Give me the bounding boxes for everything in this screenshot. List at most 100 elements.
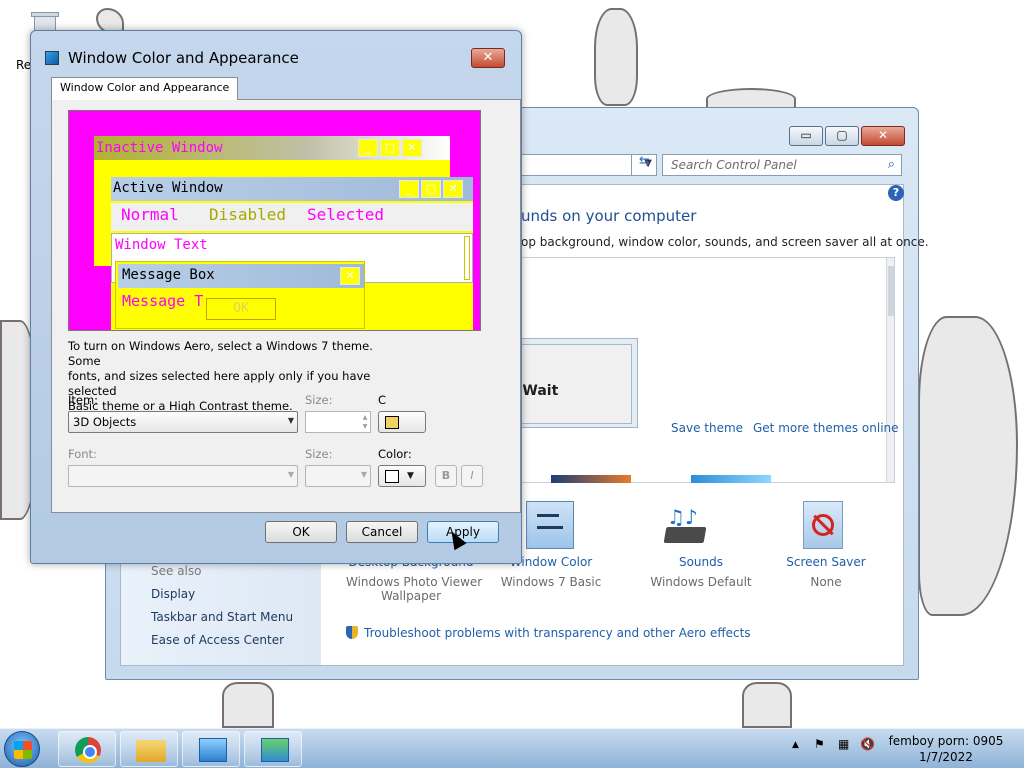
font-select[interactable]: ▼ bbox=[68, 465, 298, 487]
sidebar-item-display[interactable]: Display bbox=[151, 587, 195, 601]
minimize-button[interactable]: ▭ bbox=[789, 126, 823, 146]
appearance-preview[interactable]: Inactive Window _ □ ✕ Active Window _ □ … bbox=[68, 110, 481, 331]
sounds-icon[interactable]: ♫♪ bbox=[661, 503, 713, 549]
sounds-label: Sounds bbox=[678, 555, 724, 569]
font-size-select[interactable]: ▼ bbox=[305, 465, 371, 487]
chrome-icon bbox=[75, 737, 101, 763]
recycle-bin-label: Re bbox=[16, 58, 32, 72]
preview-menu-bar: Normal Disabled Selected bbox=[111, 203, 473, 231]
theme-thumbnail[interactable] bbox=[691, 475, 771, 483]
preview-active-title: Active Window bbox=[113, 180, 223, 196]
preview-close-icon: ✕ bbox=[340, 267, 360, 285]
font-color-button[interactable]: ▼ bbox=[378, 465, 426, 487]
preview-message-box[interactable]: Message Box ✕ Message T OK bbox=[115, 261, 365, 329]
window-color-appearance-dialog: Window Color and Appearance ✕ Window Col… bbox=[30, 30, 522, 564]
wallpaper-shape-bottom-right bbox=[742, 682, 792, 728]
preview-maximize-icon: □ bbox=[380, 139, 400, 157]
search-placeholder: Search Control Panel bbox=[671, 158, 797, 172]
window-color-sub: Windows 7 Basic bbox=[500, 575, 602, 589]
item-select-value: 3D Objects bbox=[73, 415, 137, 429]
dialog-close-button[interactable]: ✕ bbox=[471, 48, 505, 68]
preview-ok-button: OK bbox=[206, 298, 276, 320]
preview-message-title: Message Box bbox=[122, 267, 215, 283]
see-also-heading: See also bbox=[151, 564, 202, 578]
preview-close-icon: ✕ bbox=[402, 139, 422, 157]
item-label: Item: bbox=[68, 393, 99, 407]
cancel-button[interactable]: Cancel bbox=[346, 521, 418, 543]
minimize-icon: ▭ bbox=[800, 128, 812, 142]
preview-active-caption-buttons: _ □ ✕ bbox=[399, 180, 463, 198]
explain-line-1: To turn on Windows Aero, select a Window… bbox=[68, 339, 373, 368]
size-label: Size: bbox=[305, 393, 333, 407]
preview-window-text: Window Text bbox=[115, 237, 208, 253]
window-color-icon[interactable] bbox=[526, 501, 574, 549]
help-icon[interactable]: ? bbox=[888, 185, 904, 201]
close-button[interactable]: ✕ bbox=[861, 126, 905, 146]
personalization-icon bbox=[261, 738, 289, 762]
preview-minimize-icon: _ bbox=[399, 180, 419, 198]
desktop-background-sub-2: Wallpaper bbox=[380, 589, 442, 603]
start-button[interactable] bbox=[4, 731, 40, 767]
search-input[interactable]: Search Control Panel ⌕ bbox=[662, 154, 902, 176]
chevron-down-icon: ▼ bbox=[407, 471, 414, 481]
search-icon[interactable]: ⌕ bbox=[888, 157, 895, 172]
aero-explanation: To turn on Windows Aero, select a Window… bbox=[68, 339, 398, 414]
dialog-title: Window Color and Appearance bbox=[68, 49, 299, 67]
chevron-down-icon: ▼ bbox=[360, 470, 367, 479]
page-description: op background, window color, sounds, and… bbox=[521, 235, 929, 249]
italic-button[interactable]: I bbox=[461, 465, 483, 487]
sidebar-item-ease-of-access[interactable]: Ease of Access Center bbox=[151, 633, 284, 647]
sidebar-item-taskbar[interactable]: Taskbar and Start Menu bbox=[151, 610, 293, 624]
maximize-button[interactable]: ▢ bbox=[825, 126, 859, 146]
taskbar-explorer[interactable] bbox=[120, 731, 178, 767]
volume-muted-icon[interactable]: 🔇 bbox=[860, 737, 875, 751]
close-icon: ✕ bbox=[482, 50, 494, 65]
preview-scrollbar bbox=[464, 236, 470, 280]
preview-menu-disabled: Disabled bbox=[209, 205, 287, 224]
item-select[interactable]: 3D Objects ▼ bbox=[68, 411, 298, 433]
theme-thumbnail[interactable] bbox=[551, 475, 631, 483]
system-clock[interactable]: femboy porn: 0905 1/7/2022 bbox=[880, 733, 1012, 765]
taskbar: ▲ ⚑ ▦ 🔇 femboy porn: 0905 1/7/2022 bbox=[0, 728, 1024, 768]
taskbar-chrome[interactable] bbox=[58, 731, 116, 767]
size-spinner[interactable]: ▲ ▼ bbox=[305, 411, 371, 433]
bold-button[interactable]: B bbox=[435, 465, 457, 487]
chevron-down-icon: ▼ bbox=[287, 470, 294, 479]
preview-menu-normal: Normal bbox=[121, 205, 179, 224]
color1-label: C bbox=[378, 393, 387, 407]
windows-logo-icon bbox=[14, 741, 32, 759]
explain-line-2: fonts, and sizes selected here apply onl… bbox=[68, 369, 371, 398]
page-title: unds on your computer bbox=[521, 207, 697, 225]
scrollbar-thumb[interactable] bbox=[888, 266, 894, 316]
preview-inactive-caption-buttons: _ □ ✕ bbox=[358, 139, 422, 157]
screen-saver-icon[interactable] bbox=[803, 501, 843, 549]
show-hidden-icons-icon[interactable]: ▲ bbox=[792, 740, 799, 750]
action-center-flag-icon[interactable]: ⚑ bbox=[814, 737, 825, 751]
screen-saver-item[interactable]: Screen Saver None bbox=[781, 555, 871, 589]
spinner-arrows-icon[interactable]: ▲ ▼ bbox=[361, 413, 369, 431]
theme-list-scrollbar[interactable] bbox=[886, 258, 894, 482]
color-label: Color: bbox=[378, 447, 412, 461]
troubleshoot-link[interactable]: Troubleshoot problems with transparency … bbox=[346, 626, 751, 640]
ok-button[interactable]: OK bbox=[265, 521, 337, 543]
taskbar-personalization[interactable] bbox=[244, 731, 302, 767]
clock-date: 1/7/2022 bbox=[919, 750, 973, 764]
sounds-item[interactable]: Sounds Windows Default bbox=[641, 555, 761, 589]
color1-button[interactable] bbox=[378, 411, 426, 433]
refresh-icon[interactable]: ⇆ bbox=[631, 154, 657, 176]
preview-inactive-titlebar: Inactive Window _ □ ✕ bbox=[94, 136, 450, 160]
color-swatch bbox=[385, 416, 399, 429]
save-theme-link[interactable]: Save theme bbox=[671, 421, 743, 435]
close-icon: ✕ bbox=[877, 128, 889, 142]
font-size-label: Size: bbox=[305, 447, 333, 461]
taskbar-control-panel[interactable] bbox=[182, 731, 240, 767]
chevron-down-icon: ▼ bbox=[287, 416, 294, 425]
tab-window-color[interactable]: Window Color and Appearance bbox=[51, 77, 239, 100]
preview-message-caption: ✕ bbox=[340, 267, 360, 285]
network-icon[interactable]: ▦ bbox=[838, 737, 849, 751]
preview-minimize-icon: _ bbox=[358, 139, 378, 157]
window-icon bbox=[45, 51, 59, 65]
get-more-themes-link[interactable]: Get more themes online bbox=[753, 421, 899, 435]
preview-inactive-title: Inactive Window bbox=[96, 140, 223, 156]
maximize-icon: ▢ bbox=[836, 128, 848, 142]
